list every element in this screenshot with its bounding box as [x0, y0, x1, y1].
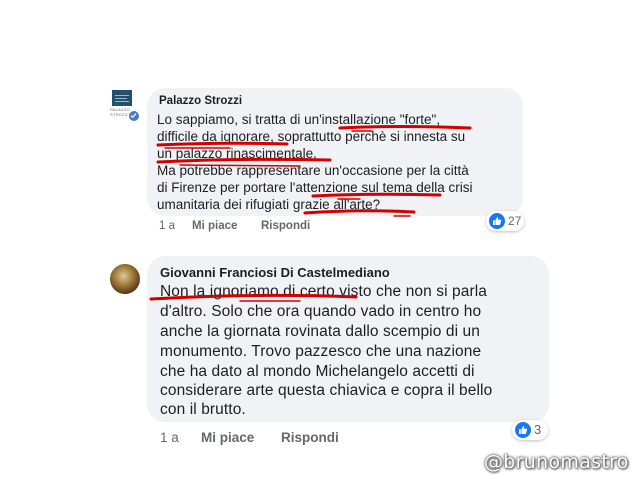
red-underline-annotations: [149, 125, 472, 302]
watermark: @brunomastro: [484, 451, 629, 473]
